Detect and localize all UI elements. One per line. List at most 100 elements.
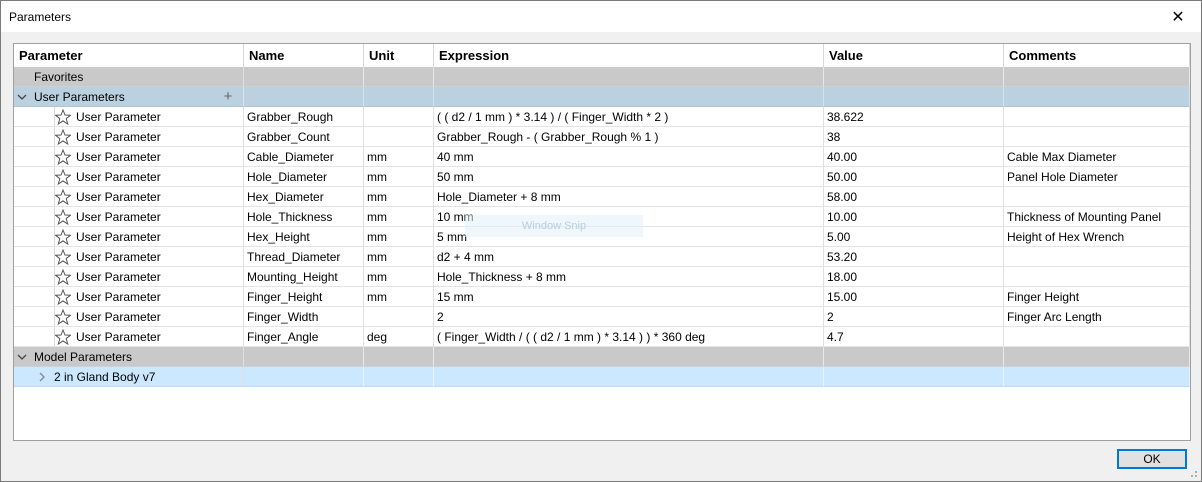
param-expression[interactable]: ( Finger_Width / ( ( d2 / 1 mm ) * 3.14 … [437, 327, 705, 346]
cell-parameter[interactable]: User Parameter [14, 107, 244, 127]
param-name[interactable]: Finger_Angle [247, 327, 318, 346]
chevron-down-icon[interactable] [16, 87, 28, 107]
cell-parameter[interactable]: Model Parameters [14, 347, 244, 367]
star-outline-icon[interactable] [55, 309, 71, 325]
param-expression[interactable]: d2 + 4 mm [437, 247, 494, 266]
param-unit[interactable]: mm [367, 267, 387, 286]
param-unit[interactable]: deg [367, 327, 387, 346]
star-outline-icon[interactable] [55, 209, 71, 225]
param-unit[interactable]: mm [367, 287, 387, 306]
param-name[interactable]: Cable_Diameter [247, 147, 334, 166]
cell-parameter[interactable]: User Parameter [14, 327, 244, 347]
param-value[interactable]: 4.7 [827, 327, 844, 346]
param-name[interactable]: Hole_Thickness [247, 207, 332, 226]
star-outline-icon[interactable] [55, 329, 71, 345]
param-value[interactable]: 40.00 [827, 147, 857, 166]
resize-grip-icon[interactable] [1188, 468, 1198, 478]
column-header-value[interactable]: Value [824, 44, 1004, 67]
cell-parameter[interactable]: User Parameters + [14, 87, 244, 107]
param-value[interactable]: 50.00 [827, 167, 857, 186]
param-unit[interactable]: mm [367, 167, 387, 186]
ok-button[interactable]: OK [1117, 449, 1187, 469]
table-row[interactable]: User Parameter Finger_Width 2 2 Finger Arc L… [14, 307, 1190, 327]
param-expression[interactable]: Hole_Diameter + 8 mm [437, 187, 561, 206]
param-unit[interactable]: mm [367, 187, 387, 206]
param-name[interactable]: Grabber_Count [247, 127, 330, 146]
param-comment[interactable]: Finger Height [1007, 287, 1079, 306]
star-outline-icon[interactable] [55, 129, 71, 145]
param-value[interactable]: 38 [827, 127, 840, 146]
table-row[interactable]: User Parameter Mounting_Height mm Hole_Thic… [14, 267, 1190, 287]
group-row-model-parameters[interactable]: Model Parameters [14, 347, 1190, 367]
cell-parameter[interactable]: User Parameter [14, 267, 244, 287]
column-header-comments[interactable]: Comments [1004, 44, 1190, 67]
cell-parameter[interactable]: User Parameter [14, 287, 244, 307]
star-outline-icon[interactable] [55, 249, 71, 265]
param-value[interactable]: 38.622 [827, 107, 864, 126]
cell-parameter[interactable]: User Parameter [14, 147, 244, 167]
param-expression[interactable]: Grabber_Rough - ( Grabber_Rough % 1 ) [437, 127, 658, 146]
table-row[interactable]: User Parameter Thread_Diameter mm d2 + 4 mm… [14, 247, 1190, 267]
table-row[interactable]: User Parameter Grabber_Count Grabber_Rough… [14, 127, 1190, 147]
cell-parameter[interactable]: User Parameter [14, 307, 244, 327]
param-unit[interactable]: mm [367, 247, 387, 266]
param-comment[interactable]: Height of Hex Wrench [1007, 227, 1124, 246]
param-value[interactable]: 18.00 [827, 267, 857, 286]
column-header-unit[interactable]: Unit [364, 44, 434, 67]
param-name[interactable]: Hex_Diameter [247, 187, 324, 206]
cell-parameter[interactable]: User Parameter [14, 247, 244, 267]
column-header-name[interactable]: Name [244, 44, 364, 67]
param-value[interactable]: 15.00 [827, 287, 857, 306]
chevron-down-icon[interactable] [16, 347, 28, 367]
param-comment[interactable]: Panel Hole Diameter [1007, 167, 1118, 186]
star-outline-icon[interactable] [55, 229, 71, 245]
cell-parameter[interactable]: Favorites [14, 67, 244, 87]
column-header-parameter[interactable]: Parameter [14, 44, 244, 67]
param-name[interactable]: Hex_Height [247, 227, 310, 246]
param-unit[interactable]: mm [367, 227, 387, 246]
cell-parameter[interactable]: User Parameter [14, 227, 244, 247]
param-expression[interactable]: 15 mm [437, 287, 474, 306]
param-expression[interactable]: 40 mm [437, 147, 474, 166]
param-value[interactable]: 53.20 [827, 247, 857, 266]
param-comment[interactable]: Finger Arc Length [1007, 307, 1102, 326]
table-row[interactable]: User Parameter Hex_Diameter mm Hole_Diamete… [14, 187, 1190, 207]
group-row-favorites[interactable]: Favorites [14, 67, 1190, 87]
param-unit[interactable]: mm [367, 207, 387, 226]
param-expression[interactable]: 5 mm [437, 227, 467, 246]
table-row[interactable]: User Parameter Finger_Height mm 15 mm 15.00 F… [14, 287, 1190, 307]
star-outline-icon[interactable] [55, 109, 71, 125]
param-name[interactable]: Grabber_Rough [247, 107, 333, 126]
param-expression[interactable]: ( ( d2 / 1 mm ) * 3.14 ) / ( Finger_Widt… [437, 107, 668, 126]
group-row-user-parameters[interactable]: User Parameters + [14, 87, 1190, 107]
param-value[interactable]: 2 [827, 307, 834, 326]
param-value[interactable]: 10.00 [827, 207, 857, 226]
cell-parameter[interactable]: User Parameter [14, 127, 244, 147]
close-button[interactable]: ✕ [1155, 1, 1201, 32]
param-comment[interactable]: Cable Max Diameter [1007, 147, 1116, 166]
table-row[interactable]: User Parameter Finger_Angle deg ( Finger_Wi… [14, 327, 1190, 347]
param-expression[interactable]: Hole_Thickness + 8 mm [437, 267, 566, 286]
param-unit[interactable]: mm [367, 147, 387, 166]
param-value[interactable]: 58.00 [827, 187, 857, 206]
param-name[interactable]: Finger_Width [247, 307, 318, 326]
param-comment[interactable]: Thickness of Mounting Panel [1007, 207, 1161, 226]
tree-row-model-body[interactable]: 2 in Gland Body v7 [14, 367, 1190, 387]
cell-parameter[interactable]: 2 in Gland Body v7 [14, 367, 244, 387]
star-outline-icon[interactable] [55, 189, 71, 205]
star-outline-icon[interactable] [55, 149, 71, 165]
param-name[interactable]: Hole_Diameter [247, 167, 327, 186]
star-outline-icon[interactable] [55, 289, 71, 305]
plus-icon[interactable]: + [221, 87, 235, 106]
cell-parameter[interactable]: User Parameter [14, 207, 244, 227]
param-name[interactable]: Mounting_Height [247, 267, 338, 286]
param-name[interactable]: Thread_Diameter [247, 247, 340, 266]
star-outline-icon[interactable] [55, 269, 71, 285]
star-outline-icon[interactable] [55, 169, 71, 185]
table-row[interactable]: User Parameter Hole_Diameter mm 50 mm 50.00 P… [14, 167, 1190, 187]
param-expression[interactable]: 2 [437, 307, 444, 326]
table-row[interactable]: User Parameter Cable_Diameter mm 40 mm 40.00… [14, 147, 1190, 167]
chevron-right-icon[interactable] [36, 367, 48, 387]
param-value[interactable]: 5.00 [827, 227, 850, 246]
cell-parameter[interactable]: User Parameter [14, 187, 244, 207]
